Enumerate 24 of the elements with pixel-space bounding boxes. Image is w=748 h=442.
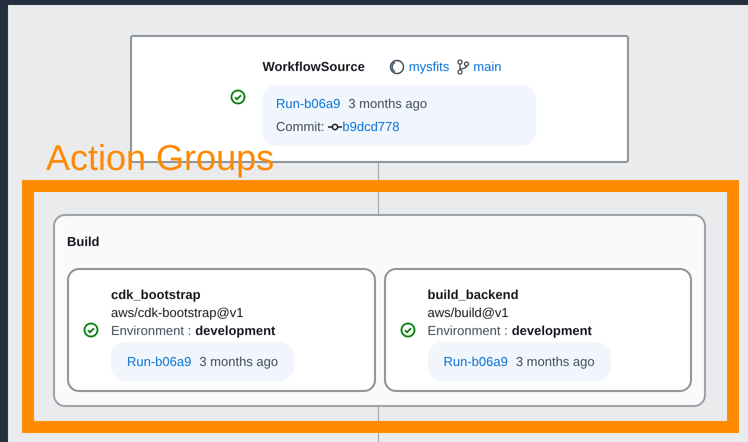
commit-label: Commit: [276, 118, 324, 136]
environment-label: Environment : [111, 322, 192, 340]
environment-label: Environment : [428, 322, 508, 340]
repository-icon [388, 58, 405, 75]
environment-value: development [512, 322, 592, 340]
repository-link[interactable]: mysfits [408, 57, 450, 76]
commit-icon [328, 122, 342, 131]
branch-icon [457, 58, 470, 75]
commit-link[interactable]: b9dcd778 [342, 117, 400, 136]
branch-link[interactable]: main [473, 57, 502, 76]
run-link[interactable]: Run-b06a9 [276, 94, 340, 113]
run-link[interactable]: Run-b06a9 [444, 352, 508, 371]
environment-value: development [195, 322, 276, 340]
run-link[interactable]: Run-b06a9 [127, 352, 192, 371]
run-time: 3 months ago [516, 352, 595, 371]
group-title: Build [67, 233, 100, 251]
action-identifier: aws/cdk-bootstrap@v1 [111, 304, 244, 322]
action-name: cdk_bootstrap [111, 286, 202, 304]
node-title: WorkflowSource [262, 58, 365, 76]
annotation-label: Action Groups [46, 138, 274, 178]
run-time: 3 months ago [348, 94, 428, 113]
action-identifier: aws/build@v1 [428, 304, 510, 322]
action-name: build_backend [428, 286, 520, 304]
run-time: 3 months ago [199, 352, 278, 371]
